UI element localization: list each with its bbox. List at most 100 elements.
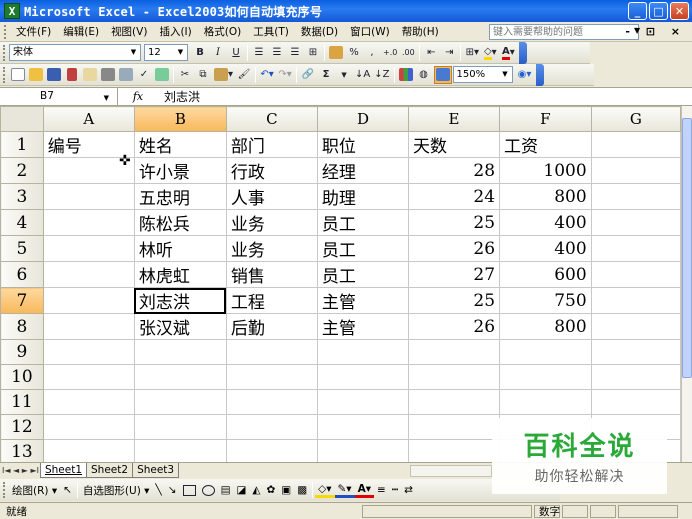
font-color-icon[interactable]: A▾ [354, 483, 374, 498]
grid-cell[interactable] [133, 389, 227, 415]
grid-cell[interactable] [133, 414, 227, 440]
row-header[interactable]: 11 [0, 389, 44, 415]
sheet-tab-sheet1[interactable]: Sheet1 [39, 463, 88, 478]
grid-cell[interactable] [316, 439, 409, 462]
grid-cell[interactable]: 天数 [407, 131, 501, 158]
select-objects-icon[interactable]: ↖ [60, 484, 75, 496]
line-color-icon[interactable]: ✎▾ [334, 483, 355, 498]
print-icon[interactable] [100, 66, 116, 84]
italic-button[interactable]: I [210, 44, 226, 62]
grid-cell[interactable] [590, 313, 681, 340]
grid-cell[interactable] [407, 364, 501, 390]
font-color-icon[interactable]: A▾ [500, 44, 516, 62]
chart-wizard-icon[interactable] [398, 66, 414, 84]
grid-cell[interactable]: 400 [499, 235, 592, 262]
new-document-icon[interactable] [10, 66, 26, 84]
sort-descending-icon[interactable]: ↓Z [373, 66, 390, 84]
format-painter-icon[interactable]: 🖌 [236, 66, 252, 84]
grid-cell[interactable] [225, 339, 318, 365]
decrease-decimal-button[interactable]: .00 [400, 44, 416, 62]
grid-cell[interactable]: 主管 [316, 313, 409, 340]
email-icon[interactable] [82, 66, 98, 84]
grid-cell[interactable]: 陈松兵 [133, 209, 227, 236]
draw-menu-button[interactable]: 绘图(R) ▾ [9, 483, 60, 498]
grid-cell[interactable] [407, 339, 501, 365]
grid-cell[interactable]: 主管 [316, 287, 409, 314]
percent-button[interactable]: % [346, 44, 362, 62]
row-header[interactable]: 1 [0, 131, 44, 158]
autosum-button[interactable]: Σ [318, 66, 334, 84]
menu-view[interactable]: 视图(V) [105, 22, 153, 42]
row-header[interactable]: 9 [0, 339, 44, 365]
row-header[interactable]: 2 [0, 157, 44, 184]
copy-icon[interactable]: ⧉ [195, 66, 211, 84]
grid-cell[interactable] [407, 414, 501, 440]
grid-cell[interactable] [225, 414, 318, 440]
grid-cell[interactable]: 林虎虹 [133, 261, 227, 288]
grid-cell[interactable] [499, 364, 592, 390]
grid-cell[interactable]: 员工 [316, 235, 409, 262]
grid-cell[interactable]: 25 [407, 287, 501, 314]
row-header[interactable]: 5 [0, 235, 44, 262]
sheet-tab-sheet2[interactable]: Sheet2 [86, 463, 134, 478]
grid-cell[interactable] [133, 439, 227, 462]
grid-cell[interactable]: 人事 [225, 183, 318, 210]
grid-cell[interactable] [316, 414, 409, 440]
bold-button[interactable]: B [192, 44, 208, 62]
chevron-down-icon[interactable]: ▼ [500, 68, 511, 81]
chevron-down-icon[interactable]: ▼ [104, 91, 109, 106]
select-all-button[interactable] [0, 106, 44, 132]
grid-cell[interactable] [590, 183, 681, 210]
column-header-c[interactable]: C [225, 106, 318, 132]
save-icon[interactable] [46, 66, 62, 84]
toolbar-options-icon[interactable] [535, 63, 544, 86]
grid-cell[interactable]: 26 [407, 235, 501, 262]
grid-cell[interactable] [590, 287, 681, 314]
sheet-navigation-buttons[interactable]: I◄ ◄ ► ►I [0, 466, 41, 475]
grid-cell[interactable] [590, 209, 681, 236]
row-header[interactable]: 6 [0, 261, 44, 288]
grid-cell[interactable]: 后勤 [225, 313, 318, 340]
grid-cell[interactable] [42, 209, 135, 236]
grid-cell[interactable] [499, 339, 592, 365]
chevron-down-icon[interactable]: ▼ [175, 46, 186, 59]
picture-tool-icon[interactable]: ▣ [278, 484, 294, 496]
insert-function-icon[interactable]: fx [118, 90, 158, 103]
worksheet-grid[interactable]: A B C D E F G 1 编号 姓名 部门 职位 天数 工资 2 许小景 行政 经理 28 100… [0, 106, 681, 462]
row-header[interactable]: 12 [0, 414, 44, 440]
increase-indent-icon[interactable]: ⇥ [441, 44, 457, 62]
grid-cell[interactable]: 1000 [499, 157, 592, 184]
excel-app-icon[interactable]: X [4, 3, 20, 19]
grid-cell[interactable] [407, 439, 501, 462]
paste-icon[interactable]: ▾ [213, 66, 234, 84]
borders-icon[interactable]: ⊞▾ [464, 44, 480, 62]
toolbar-grip-handle[interactable] [3, 482, 6, 498]
fill-color-icon[interactable]: ◇▾ [315, 483, 335, 498]
grid-cell[interactable]: 400 [499, 209, 592, 236]
grid-cell[interactable] [42, 414, 135, 440]
menu-insert[interactable]: 插入(I) [153, 22, 197, 42]
horizontal-scrollbar[interactable] [410, 465, 492, 477]
grid-cell[interactable]: 姓名 [133, 131, 227, 158]
grid-cell[interactable]: 工程 [225, 287, 318, 314]
maximize-button[interactable]: □ [649, 2, 668, 20]
grid-cell[interactable] [499, 389, 592, 415]
grid-cell[interactable] [42, 235, 135, 262]
oval-tool-icon[interactable] [201, 484, 215, 496]
grid-cell[interactable] [42, 183, 135, 210]
row-header[interactable]: 4 [0, 209, 44, 236]
toolbar-options-icon[interactable] [519, 41, 528, 64]
menu-edit[interactable]: 编辑(E) [57, 22, 105, 42]
picture-file-icon[interactable]: ▩ [294, 484, 310, 496]
arrow-style-icon[interactable]: ⇄ [401, 484, 416, 496]
grid-cell[interactable] [225, 364, 318, 390]
align-right-icon[interactable]: ☰ [287, 44, 303, 62]
grid-cell[interactable]: 750 [499, 287, 592, 314]
grid-cell[interactable]: 27 [407, 261, 501, 288]
column-header-e[interactable]: E [407, 106, 501, 132]
grid-cell[interactable]: 销售 [225, 261, 318, 288]
grid-cell[interactable] [407, 389, 501, 415]
close-button[interactable]: ✕ [670, 2, 689, 20]
wordart-tool-icon[interactable]: ◪ [233, 484, 249, 496]
grid-cell[interactable] [590, 261, 681, 288]
